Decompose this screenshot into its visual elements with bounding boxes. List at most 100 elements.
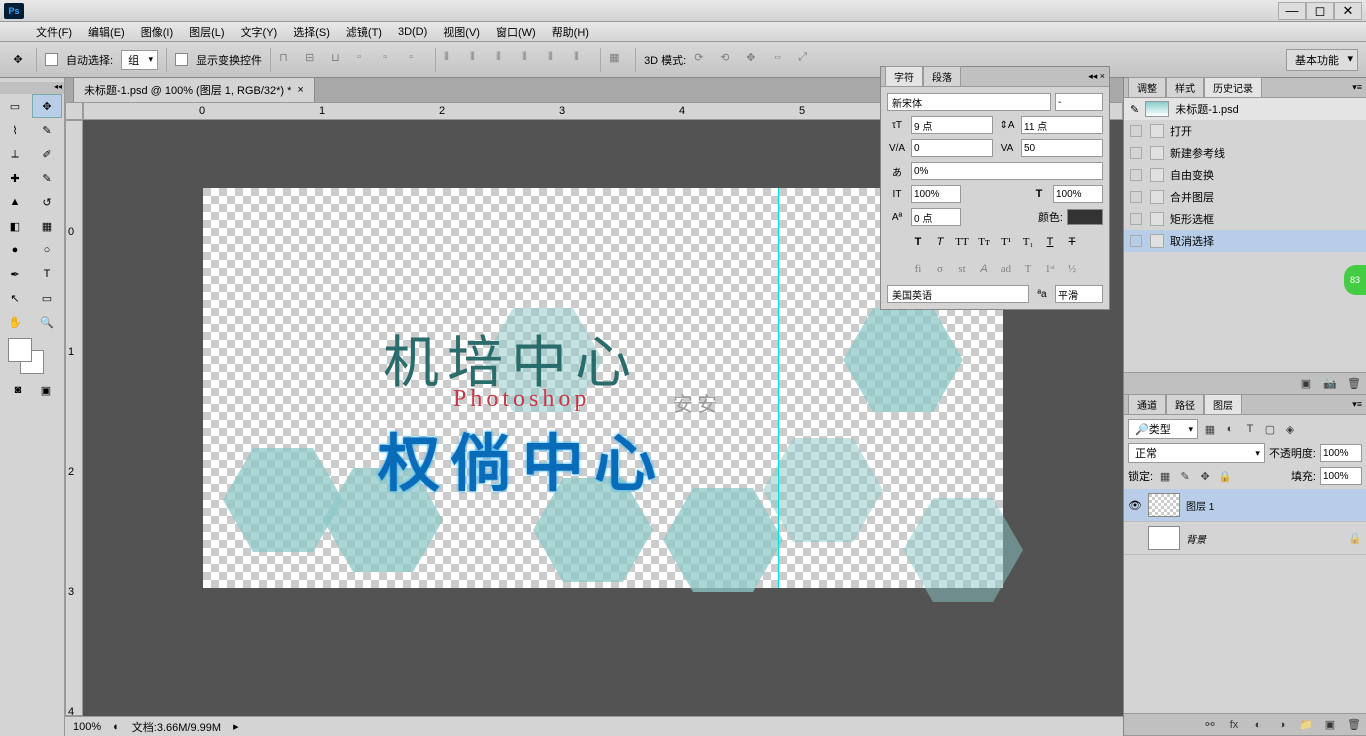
tab-channels[interactable]: 通道: [1128, 394, 1166, 415]
kerning-input[interactable]: [911, 139, 993, 157]
screenmode-icon[interactable]: ▣: [32, 378, 60, 402]
zoom-tool[interactable]: 🔍: [32, 310, 62, 334]
filter-pixel-icon[interactable]: ▦: [1202, 421, 1218, 437]
document-tab[interactable]: 未标题-1.psd @ 100% (图层 1, RGB/32*) * ×: [73, 77, 315, 102]
maximize-button[interactable]: ◻: [1306, 2, 1334, 20]
menu-type[interactable]: 文字(Y): [235, 22, 284, 42]
superscript-button[interactable]: T¹: [996, 233, 1016, 251]
bold-button[interactable]: T: [908, 233, 928, 251]
history-delete-icon[interactable]: 🗑: [1346, 376, 1362, 392]
crop-tool[interactable]: ⟂: [0, 142, 30, 166]
allcaps-button[interactable]: TT: [952, 233, 972, 251]
menu-help[interactable]: 帮助(H): [546, 22, 595, 42]
brush-tool[interactable]: ✎: [32, 166, 62, 190]
layer-mask-icon[interactable]: ◐: [1250, 717, 1266, 733]
lasso-tool[interactable]: ⌇: [0, 118, 30, 142]
adjustment-layer-icon[interactable]: ◑: [1274, 717, 1290, 733]
autoselect-checkbox[interactable]: [45, 53, 58, 66]
shape-tool[interactable]: ▭: [32, 286, 62, 310]
tab-history[interactable]: 历史记录: [1204, 77, 1262, 98]
panel-menu-icon[interactable]: ▾≡: [1352, 399, 1362, 410]
tab-paths[interactable]: 路径: [1166, 394, 1204, 415]
quickmask-icon[interactable]: ◙: [4, 378, 32, 402]
underline-button[interactable]: T: [1040, 233, 1060, 251]
layer-filter-kind[interactable]: 🔎 类型: [1128, 419, 1198, 439]
delete-layer-icon[interactable]: 🗑: [1346, 717, 1362, 733]
menu-select[interactable]: 选择(S): [287, 22, 336, 42]
marquee-tool[interactable]: ▭: [0, 94, 30, 118]
layer-group-icon[interactable]: 📁: [1298, 717, 1314, 733]
history-item[interactable]: 矩形选框: [1124, 208, 1366, 230]
tab-adjustments[interactable]: 调整: [1128, 77, 1166, 98]
font-style-input[interactable]: [1055, 93, 1103, 111]
tsume-input[interactable]: [911, 162, 1103, 180]
zoom-level[interactable]: 100%: [73, 721, 101, 733]
history-item[interactable]: 合并图层: [1124, 186, 1366, 208]
hand-tool[interactable]: ✋: [0, 310, 30, 334]
history-brush-tool[interactable]: ↺: [32, 190, 62, 214]
layer-name[interactable]: 背景: [1186, 531, 1342, 546]
panel-collapse-icon[interactable]: ◂◂ ×: [1088, 71, 1105, 82]
language-dropdown[interactable]: [887, 285, 1029, 303]
layer-item[interactable]: 背景 🔒: [1124, 522, 1366, 555]
path-tool[interactable]: ↖: [0, 286, 30, 310]
panel-menu-icon[interactable]: ▾≡: [1352, 82, 1362, 93]
menu-layer[interactable]: 图层(L): [183, 22, 230, 42]
tab-layers[interactable]: 图层: [1204, 394, 1242, 415]
menu-view[interactable]: 视图(V): [437, 22, 486, 42]
blur-tool[interactable]: ●: [0, 238, 30, 262]
close-button[interactable]: ✕: [1334, 2, 1362, 20]
filter-smart-icon[interactable]: ◈: [1282, 421, 1298, 437]
heal-tool[interactable]: ✚: [0, 166, 30, 190]
blend-mode-dropdown[interactable]: 正常: [1128, 443, 1265, 463]
fontsize-input[interactable]: [911, 116, 993, 134]
opacity-input[interactable]: [1320, 444, 1362, 462]
history-item[interactable]: 打开: [1124, 120, 1366, 142]
lock-move-icon[interactable]: ✥: [1197, 468, 1213, 484]
minimize-button[interactable]: —: [1278, 2, 1306, 20]
doc-size-icon[interactable]: ◐: [113, 721, 120, 733]
menu-3d[interactable]: 3D(D): [392, 24, 433, 40]
visibility-icon[interactable]: 👁: [1128, 498, 1142, 512]
lock-transparent-icon[interactable]: ▦: [1157, 468, 1173, 484]
character-panel[interactable]: 字符 段落 ◂◂ × τT ⇕A V/A VA あ IT T: [880, 66, 1110, 310]
type-tool[interactable]: T: [32, 262, 62, 286]
tab-paragraph[interactable]: 段落: [923, 66, 961, 87]
stamp-tool[interactable]: ▲: [0, 190, 30, 214]
hscale-input[interactable]: [1053, 185, 1103, 203]
autoselect-dropdown[interactable]: 组: [121, 50, 158, 70]
tab-character[interactable]: 字符: [885, 66, 923, 87]
menu-filter[interactable]: 滤镜(T): [340, 22, 388, 42]
swash-button[interactable]: A: [974, 260, 994, 278]
3d-roll-icon[interactable]: ⟲: [720, 51, 738, 69]
visibility-icon[interactable]: [1128, 531, 1142, 545]
new-layer-icon[interactable]: ▣: [1322, 717, 1338, 733]
lock-paint-icon[interactable]: ✎: [1177, 468, 1193, 484]
ligature-button[interactable]: fi: [908, 260, 928, 278]
quickselect-tool[interactable]: ✎: [32, 118, 62, 142]
leading-input[interactable]: [1021, 116, 1103, 134]
layer-fx-icon[interactable]: fx: [1226, 717, 1242, 733]
titling-button[interactable]: ad: [996, 260, 1016, 278]
menu-file[interactable]: 文件(F): [30, 22, 78, 42]
baseline-input[interactable]: [911, 208, 961, 226]
layer-thumbnail[interactable]: [1148, 526, 1180, 550]
history-snapshot[interactable]: ✎ 未标题-1.psd: [1124, 98, 1366, 120]
stylistic-button[interactable]: st: [952, 260, 972, 278]
lock-all-icon[interactable]: 🔒: [1217, 468, 1233, 484]
smallcaps-button[interactable]: Tᴛ: [974, 233, 994, 251]
dodge-tool[interactable]: ○: [32, 238, 62, 262]
menu-image[interactable]: 图像(I): [135, 22, 179, 42]
strikethrough-button[interactable]: T: [1062, 233, 1082, 251]
oldstyle-button[interactable]: σ: [930, 260, 950, 278]
tracking-input[interactable]: [1021, 139, 1103, 157]
antialias-dropdown[interactable]: [1055, 285, 1103, 303]
positional-button[interactable]: 1ˢᵗ: [1040, 260, 1060, 278]
3d-pan-icon[interactable]: ✥: [746, 51, 764, 69]
history-item[interactable]: 取消选择: [1124, 230, 1366, 252]
menu-edit[interactable]: 编辑(E): [82, 22, 131, 42]
vertical-ruler[interactable]: 0 1 2 3 4: [65, 120, 83, 716]
font-family-input[interactable]: [887, 93, 1051, 111]
pen-tool[interactable]: ✒: [0, 262, 30, 286]
italic-button[interactable]: T: [930, 233, 950, 251]
